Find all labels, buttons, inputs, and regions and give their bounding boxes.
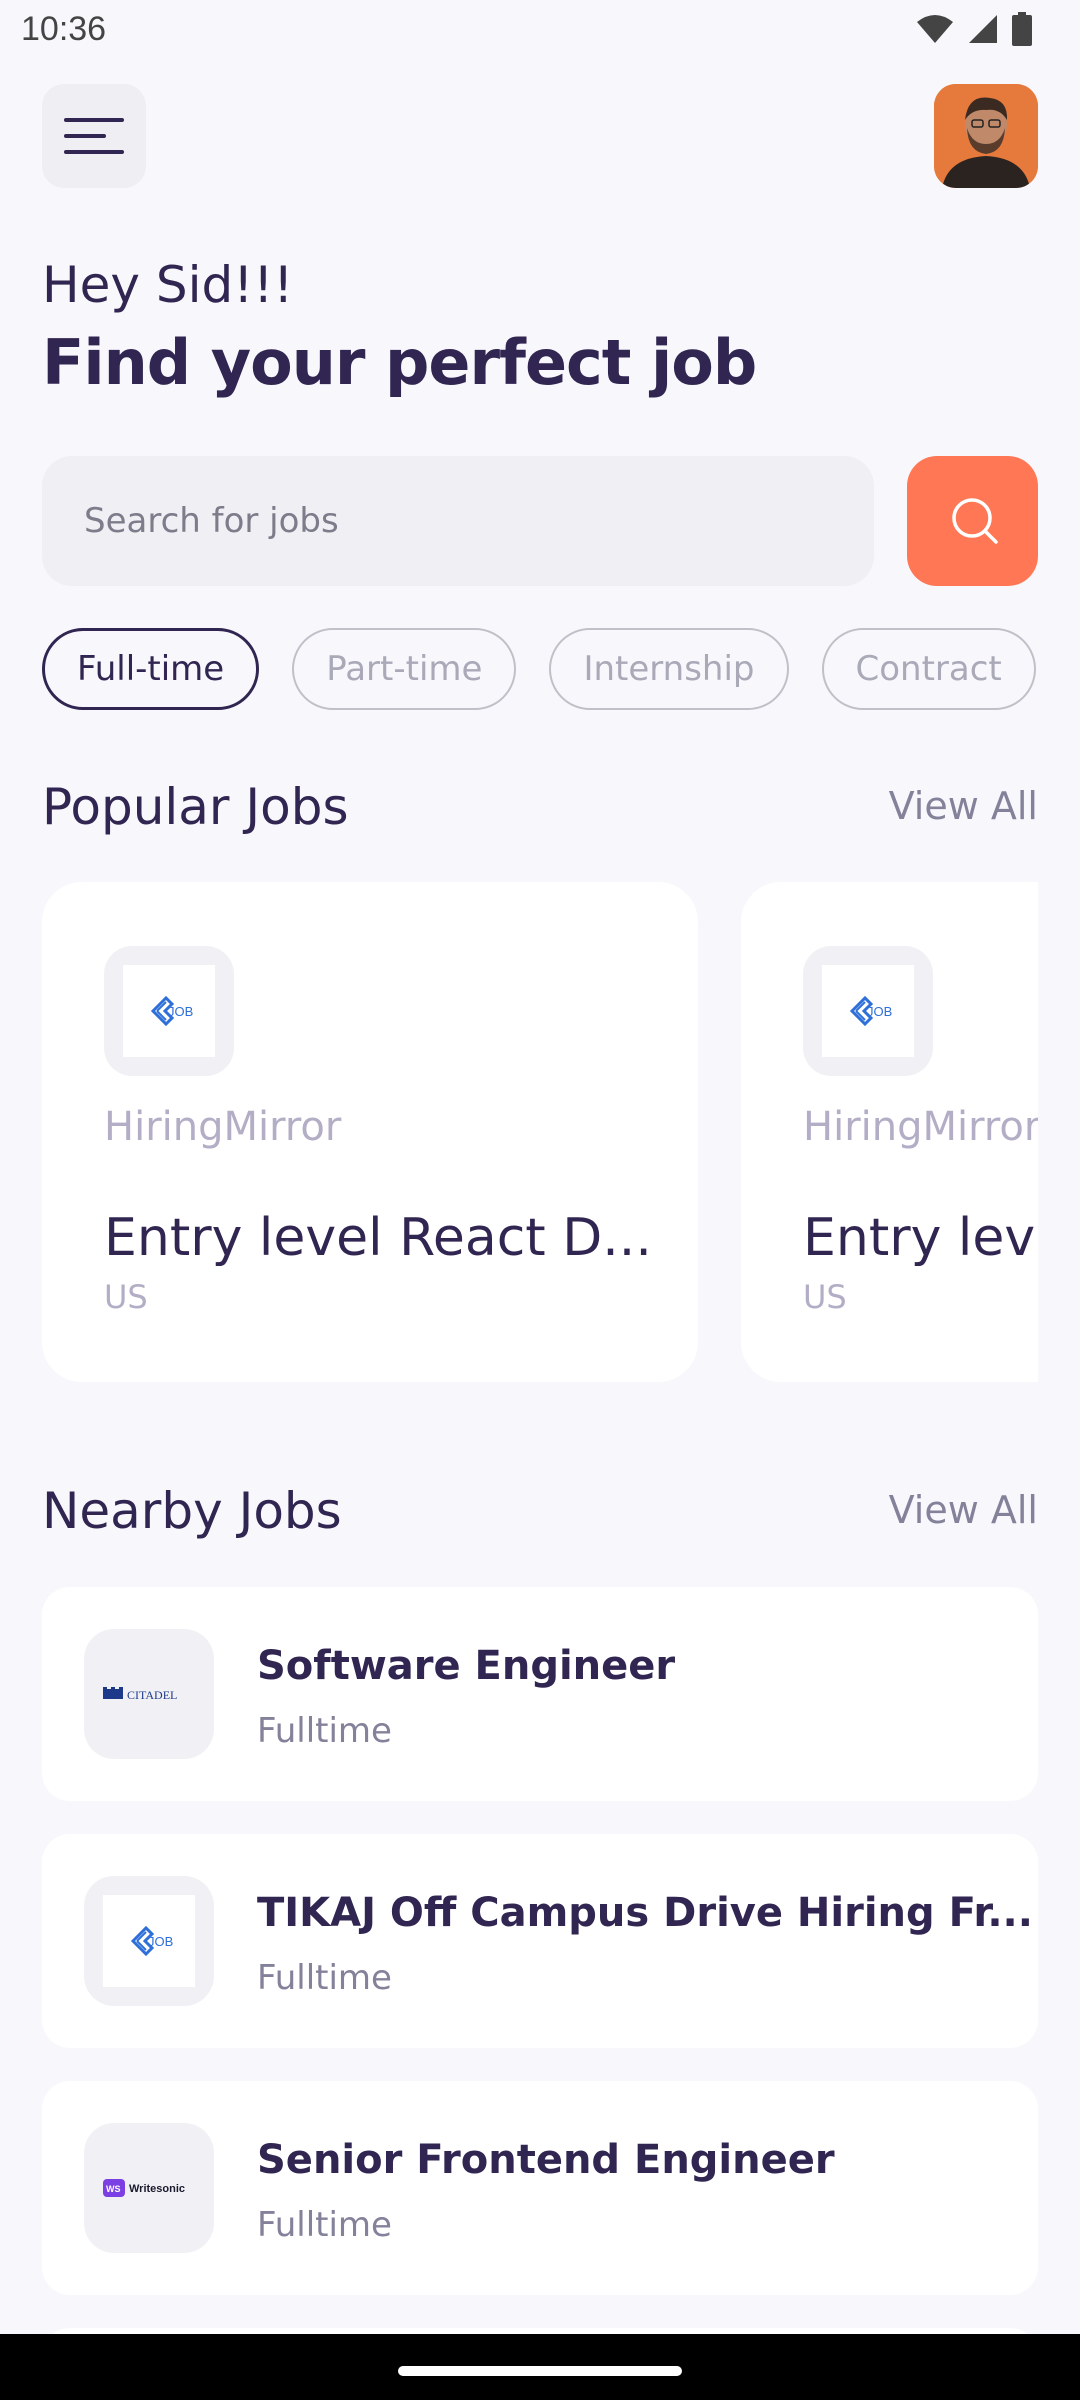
nearby-job-card[interactable]: JOB TIKAJ Off Campus Drive Hiring Fr... …: [42, 1834, 1038, 2048]
job-title: Senior Frontend Engineer: [257, 2137, 835, 2183]
svg-text:JOB: JOB: [148, 1934, 173, 1949]
svg-text:JOB: JOB: [168, 1004, 193, 1019]
job-type: Fulltime: [257, 1711, 392, 1751]
svg-text:CITADEL: CITADEL: [127, 1688, 177, 1702]
job-logo-icon: JOB: [150, 995, 193, 1027]
menu-icon: [64, 118, 124, 154]
popular-jobs-carousel[interactable]: JOB HiringMirror Entry level React D... …: [42, 882, 1038, 1384]
job-logo-icon: JOB: [130, 1925, 173, 1957]
nearby-job-card[interactable]: WS Writesonic Senior Frontend Engineer F…: [42, 2081, 1038, 2295]
status-time: 10:36: [21, 10, 107, 48]
nearby-jobs-title: Nearby Jobs: [42, 1482, 342, 1540]
company-logo: WS Writesonic: [84, 2123, 214, 2253]
menu-button[interactable]: [42, 84, 146, 188]
svg-text:WS: WS: [106, 2184, 121, 2194]
page-headline: Find your perfect job: [42, 326, 757, 399]
writesonic-logo-icon: WS Writesonic: [103, 2179, 185, 2197]
profile-avatar[interactable]: [934, 84, 1038, 188]
status-bar: 10:36: [0, 0, 1080, 62]
job-type-tabs: Full-time Part-time Internship Contract: [42, 628, 1038, 712]
wifi-icon: [917, 15, 953, 43]
job-location: US: [803, 1278, 847, 1316]
job-type: Fulltime: [257, 2205, 392, 2245]
job-title: Entry level React D...: [803, 1208, 1038, 1268]
company-logo: JOB: [84, 1876, 214, 2006]
job-location: US: [104, 1278, 148, 1316]
popular-job-card[interactable]: JOB HiringMirror Entry level React D... …: [741, 882, 1038, 1382]
status-icons: [916, 12, 1032, 46]
tab-contract[interactable]: Contract: [821, 628, 1036, 710]
search-box: [42, 456, 874, 586]
nearby-view-all-link[interactable]: View All: [889, 1488, 1038, 1532]
company-logo: JOB: [104, 946, 234, 1076]
tab-full-time[interactable]: Full-time: [42, 628, 260, 710]
home-gesture-handle[interactable]: [398, 2366, 682, 2376]
company-logo: JOB: [803, 946, 933, 1076]
search-icon: [951, 498, 998, 544]
job-logo-icon: JOB: [849, 995, 892, 1027]
citadel-logo-icon: CITADEL: [103, 1687, 177, 1702]
job-home-screen: 10:36 Hey Sid!!! Find your perfect job S…: [0, 0, 1080, 2400]
company-name: HiringMirror: [104, 1104, 342, 1150]
tab-internship[interactable]: Internship: [549, 628, 789, 710]
job-title: Entry level React D...: [104, 1208, 652, 1268]
profile-photo: [934, 84, 1038, 188]
search-input[interactable]: [84, 501, 874, 541]
popular-job-card[interactable]: JOB HiringMirror Entry level React D... …: [42, 882, 698, 1382]
company-name: HiringMirror: [803, 1104, 1038, 1150]
popular-view-all-link[interactable]: View All: [889, 784, 1038, 828]
company-logo: CITADEL: [84, 1629, 214, 1759]
battery-icon: [1012, 12, 1032, 46]
greeting-text: Hey Sid!!!: [42, 256, 294, 314]
nearby-job-card[interactable]: CITADEL Software Engineer Fulltime: [42, 1587, 1038, 1801]
popular-jobs-title: Popular Jobs: [42, 778, 349, 836]
svg-text:Writesonic: Writesonic: [129, 2183, 185, 2195]
svg-text:JOB: JOB: [867, 1004, 892, 1019]
job-type: Fulltime: [257, 1958, 392, 1998]
search-button[interactable]: [907, 456, 1038, 586]
cellular-signal-icon: [969, 15, 997, 43]
tab-part-time[interactable]: Part-time: [292, 628, 517, 710]
job-title: Software Engineer: [257, 1643, 676, 1689]
job-title: TIKAJ Off Campus Drive Hiring Fr...: [257, 1890, 1033, 1936]
